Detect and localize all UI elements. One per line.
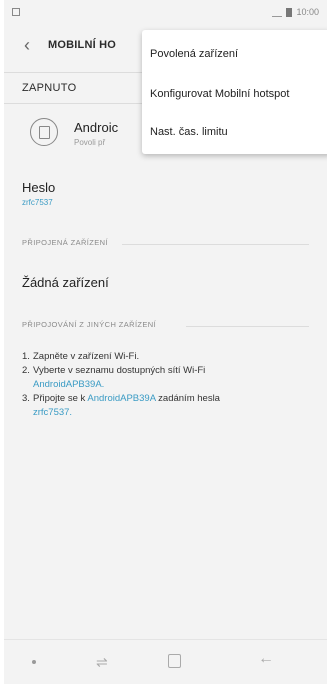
password-row[interactable]: Heslo zrfc7537 bbox=[4, 170, 327, 214]
connect-other-devices-header: PŘIPOJOVÁNÍ Z JINÝCH ZAŘÍZENÍ bbox=[4, 318, 327, 332]
instruction-step: 3. Připojte se k AndroidAPB39A zadáním h… bbox=[22, 393, 220, 418]
network-subtitle: Povoli př bbox=[74, 138, 106, 147]
navigation-bar: ⇌ ← bbox=[4, 639, 327, 684]
no-devices-text: Žádná zařízení bbox=[22, 275, 109, 290]
back-arrow-icon[interactable]: ‹ bbox=[24, 36, 34, 54]
signal-icon bbox=[272, 8, 283, 17]
connected-devices-header: PŘIPOJENÁ ZAŘÍZENÍ bbox=[4, 236, 327, 250]
phone-icon bbox=[30, 118, 58, 146]
instruction-step: 2. Vyberte v seznamu dostupných sítí Wi-… bbox=[22, 365, 206, 390]
hotspot-status-label: ZAPNUTO bbox=[22, 82, 77, 94]
network-link: AndroidAPB39A. bbox=[33, 379, 105, 390]
overflow-menu: Povolená zařízení Konfigurovat Mobilní h… bbox=[142, 30, 327, 154]
status-bar: 10:00 bbox=[4, 0, 327, 26]
network-name: Androic bbox=[74, 120, 119, 135]
battery-icon bbox=[286, 7, 293, 17]
menu-item-allowed-devices[interactable]: Povolená zařízení bbox=[150, 48, 238, 60]
password-link: zrfc7537. bbox=[33, 407, 73, 418]
status-icons: 10:00 bbox=[272, 7, 319, 17]
dot-icon[interactable] bbox=[32, 660, 36, 664]
menu-item-time-limit[interactable]: Nast. čas. limitu bbox=[150, 126, 228, 138]
divider bbox=[186, 326, 309, 327]
divider bbox=[122, 244, 309, 245]
instructions: 1. Zapněte v zařízení Wi-Fi. 2. Vyberte … bbox=[22, 350, 322, 420]
password-value: zrfc7537 bbox=[22, 198, 53, 207]
instruction-step: 1. Zapněte v zařízení Wi-Fi. bbox=[22, 351, 140, 362]
recents-icon[interactable]: ⇌ bbox=[96, 654, 108, 671]
section-title: PŘIPOJENÁ ZAŘÍZENÍ bbox=[22, 238, 108, 247]
back-icon[interactable]: ← bbox=[258, 650, 274, 668]
menu-item-configure-hotspot[interactable]: Konfigurovat Mobilní hotspot bbox=[150, 88, 289, 100]
home-icon[interactable] bbox=[168, 654, 181, 668]
phone-screen: 10:00 ‹ MOBILNÍ HO ZAPNUTO Androic Povol… bbox=[4, 0, 327, 684]
gallery-notification-icon bbox=[12, 8, 20, 16]
clock: 10:00 bbox=[296, 7, 319, 17]
section-title: PŘIPOJOVÁNÍ Z JINÝCH ZAŘÍZENÍ bbox=[22, 320, 157, 329]
network-link: AndroidAPB39A bbox=[87, 393, 156, 404]
page-title: MOBILNÍ HO bbox=[48, 39, 116, 51]
password-label: Heslo bbox=[22, 180, 56, 195]
